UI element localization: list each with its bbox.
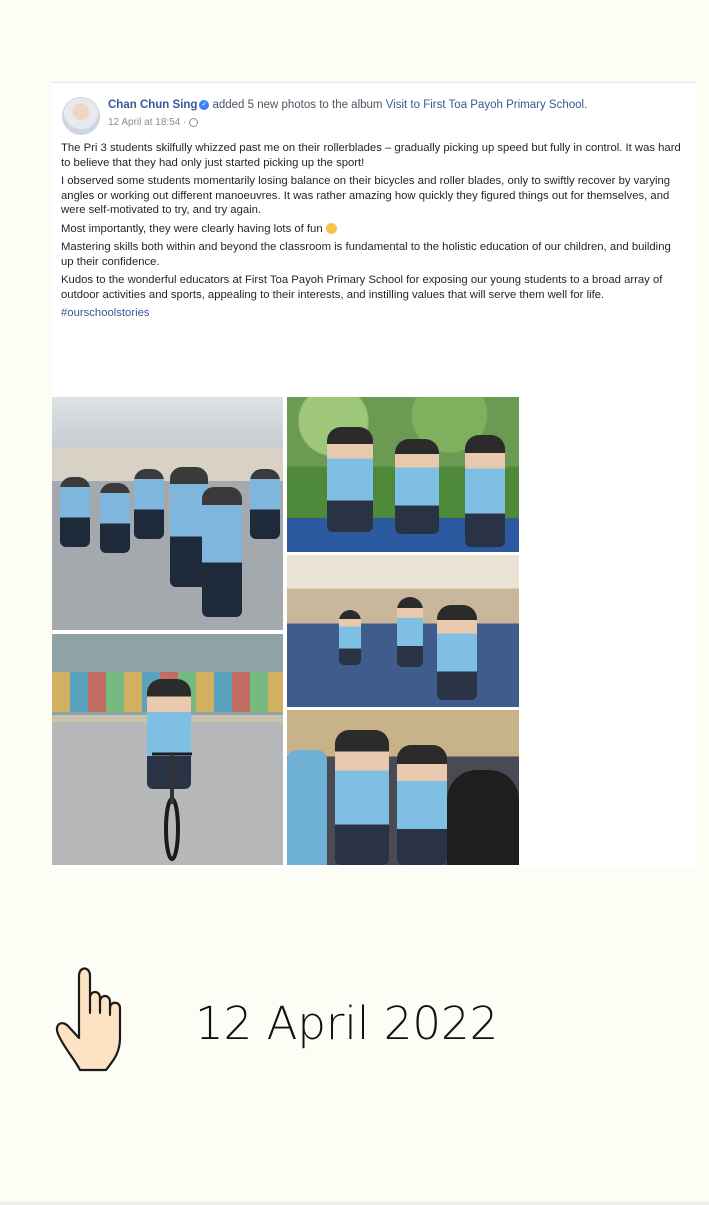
verified-badge-icon: ✓ [199, 99, 210, 110]
post-timestamp[interactable]: 12 April at 18:54 · [108, 117, 186, 128]
post-body: The Pri 3 students skilfully whizzed pas… [61, 141, 681, 321]
album-link[interactable]: Visit to First Toa Payoh Primary School. [386, 99, 588, 111]
photo-rollerblade-group[interactable] [52, 397, 283, 630]
photo-bicycle[interactable] [52, 634, 283, 865]
photo-student-figure [134, 469, 164, 539]
photo-student-figure [100, 483, 130, 553]
photo-student-figure [437, 605, 477, 700]
photo-student-figure [339, 610, 361, 665]
globe-icon [189, 117, 199, 127]
photo-student-figure [250, 469, 280, 539]
photo-building-roof [52, 397, 283, 447]
photo-adult-figure [447, 770, 519, 865]
photo-student-figure [202, 487, 242, 617]
photo-student-figure [465, 435, 505, 547]
post-paragraph: The Pri 3 students skilfully whizzed pas… [61, 142, 681, 169]
post-paragraph: Most importantly, they were clearly havi… [61, 222, 681, 237]
photo-student-figure [287, 750, 327, 865]
photo-students-seated[interactable] [287, 710, 519, 865]
post-meta: 12 April at 18:54 · [108, 117, 199, 128]
photo-student-figure [335, 730, 389, 865]
photo-indoor-rollerblade[interactable] [287, 555, 519, 707]
photo-outdoor-science[interactable] [287, 397, 519, 552]
photo-student-figure [397, 745, 447, 865]
author-avatar[interactable] [62, 97, 100, 135]
post-paragraph: Mastering skills both within and beyond … [61, 241, 671, 268]
author-name[interactable]: Chan Chun Sing [108, 99, 197, 111]
bicycle-icon [152, 752, 192, 861]
post-paragraph-text: Most importantly, they were clearly havi… [61, 222, 323, 235]
hashtag-link[interactable]: #ourschoolstories [61, 306, 681, 321]
facebook-post-card: Chan Chun Sing ✓ added 5 new photos to the… [52, 82, 697, 868]
photo-student-figure [395, 439, 439, 534]
post-header: Chan Chun Sing ✓ added 5 new photos to the… [62, 95, 687, 135]
post-paragraph: I observed some students momentarily los… [61, 175, 671, 216]
post-paragraph: Kudos to the wonderful educators at Firs… [61, 274, 663, 301]
laughing-emoji-icon [325, 223, 337, 235]
photo-student-figure [327, 427, 373, 532]
pointing-hand-icon [55, 967, 122, 1072]
photo-student-figure [60, 477, 90, 547]
photo-student-figure [397, 597, 423, 667]
caption-date: 12 April 2022 [195, 997, 499, 1050]
post-action-text: added 5 new photos to the album [212, 99, 383, 111]
photo-grid [52, 397, 519, 865]
post-header-line: Chan Chun Sing ✓ added 5 new photos to the… [108, 99, 587, 111]
